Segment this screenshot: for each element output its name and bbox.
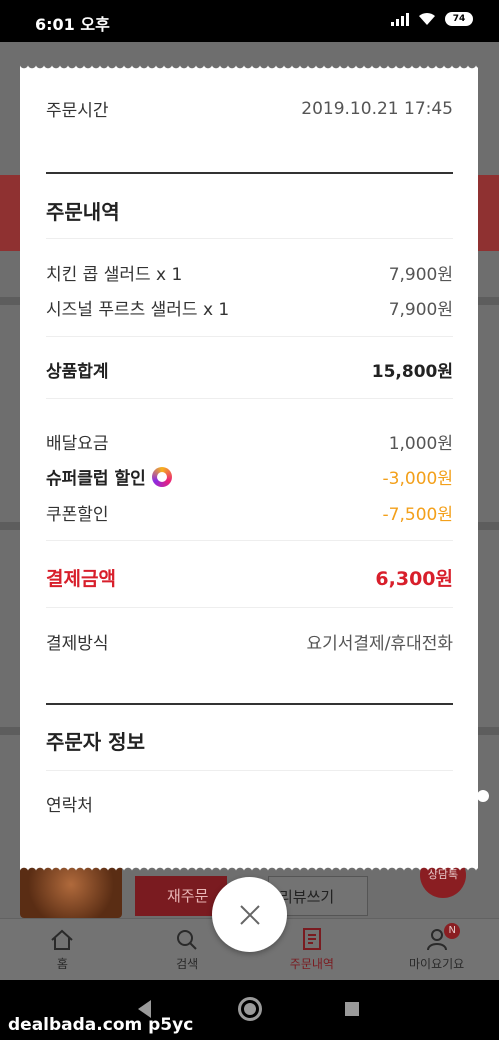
delivery-fee-row: 배달요금 1,000원	[46, 429, 453, 454]
order-list-icon	[302, 928, 321, 950]
coupon-discount-row: 쿠폰할인 -7,500원	[46, 500, 453, 525]
notification-badge: N	[444, 923, 461, 939]
divider	[46, 398, 453, 399]
watermark: dealbada.com p5yc	[8, 1015, 194, 1035]
order-item-row: 시즈널 푸르츠 샐러드 x 1 7,900원	[46, 295, 453, 320]
status-icons: 74	[391, 12, 473, 26]
coupon-label: 쿠폰할인	[46, 505, 109, 525]
nav-label: 마이요기요	[409, 957, 465, 971]
home-button-icon[interactable]	[238, 997, 262, 1021]
nav-label: 홈	[56, 957, 68, 971]
total-label: 결제금액	[46, 568, 116, 590]
divider	[46, 540, 453, 541]
signal-icon	[391, 12, 409, 26]
nav-label: 주문내역	[289, 957, 334, 971]
scroll-indicator	[477, 790, 489, 802]
coupon-value: -7,500원	[382, 505, 453, 525]
delivery-fee-label: 배달요금	[46, 434, 109, 454]
item-price: 7,900원	[388, 300, 453, 320]
order-time-row: 주문시간 2019.10.21 17:45	[46, 96, 453, 122]
order-time-value: 2019.10.21 17:45	[301, 98, 453, 119]
divider	[46, 336, 453, 337]
subtotal-label: 상품합계	[46, 362, 109, 382]
item-name: 시즈널 푸르츠 샐러드 x 1	[46, 300, 230, 320]
receipt-modal: 주문시간 2019.10.21 17:45 주문내역 치킨 콥 샐러드 x 1 …	[20, 70, 478, 866]
superclub-discount-row: 슈퍼클럽 할인 -3,000원	[46, 464, 453, 489]
divider	[46, 238, 453, 239]
search-icon	[177, 930, 197, 950]
status-bar: 6:01 오후 74	[0, 0, 499, 42]
section-divider	[46, 703, 453, 705]
superclub-icon	[151, 466, 172, 487]
battery-icon: 74	[445, 12, 473, 26]
superclub-label: 슈퍼클럽 할인	[46, 469, 146, 489]
payment-method-label: 결제방식	[46, 634, 109, 654]
contact-row: 연락처	[46, 791, 453, 816]
nav-tab-home[interactable]: 홈	[0, 919, 125, 980]
nav-label: 검색	[176, 957, 199, 971]
divider	[46, 770, 453, 771]
orderer-info-title: 주문자 정보	[46, 730, 145, 754]
order-item-row: 치킨 콥 샐러드 x 1 7,900원	[46, 260, 453, 285]
contact-label: 연락처	[46, 796, 93, 816]
wifi-icon	[419, 12, 435, 25]
nav-tab-my[interactable]: N 마이요기요	[374, 919, 499, 980]
close-button[interactable]	[212, 877, 287, 952]
section-divider	[46, 172, 453, 174]
order-time-label: 주문시간	[46, 101, 109, 121]
subtotal-row: 상품합계 15,800원	[46, 357, 453, 382]
total-row: 결제금액 6,300원	[46, 564, 453, 591]
superclub-label-wrap: 슈퍼클럽 할인	[46, 464, 172, 489]
total-value: 6,300원	[375, 568, 453, 590]
home-icon	[51, 929, 74, 950]
recent-apps-icon[interactable]	[345, 1002, 359, 1016]
receipt-edge-bottom	[20, 864, 478, 872]
superclub-value: -3,000원	[382, 469, 453, 489]
payment-method-value: 요기서결제/휴대전화	[306, 634, 454, 654]
order-details-title: 주문내역	[46, 200, 120, 224]
item-price: 7,900원	[388, 265, 453, 285]
divider	[46, 607, 453, 608]
payment-method-row: 결제방식 요기서결제/휴대전화	[46, 629, 453, 654]
status-time: 6:01 오후	[35, 15, 110, 34]
delivery-fee-value: 1,000원	[388, 434, 453, 454]
subtotal-value: 15,800원	[371, 362, 453, 382]
close-icon	[239, 904, 260, 925]
item-name: 치킨 콥 샐러드 x 1	[46, 265, 183, 285]
